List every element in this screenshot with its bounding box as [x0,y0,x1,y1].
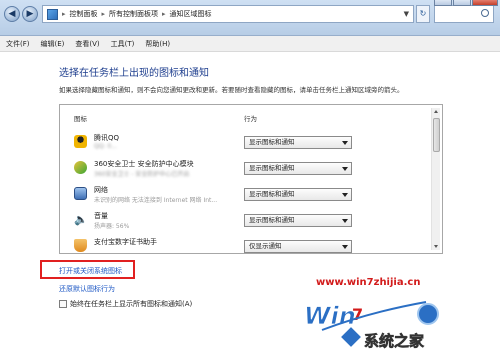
behavior-select-value: 显示图标和通知 [249,216,295,224]
chevron-down-icon [342,193,348,197]
item-name: 音量 [94,212,108,220]
behavior-select[interactable]: 仅显示通知 [244,240,352,253]
breadcrumb-notification-icons[interactable]: 通知区域图标 [170,9,212,19]
item-detail: 360安全卫士 - 安全防护中心已开启 [94,171,190,178]
breadcrumb-separator: ▸ [162,10,166,18]
list-scrollbar[interactable] [431,108,440,250]
control-panel-icon [47,8,58,20]
chevron-down-icon [342,219,348,223]
refresh-button[interactable]: ↻ [416,5,430,23]
list-item: 支付宝数字证书助手 仅显示通知 [74,237,424,253]
qq-penguin-icon [74,135,87,148]
column-header-behavior: 行为 [244,115,257,123]
menu-edit[interactable]: 编辑(E) [41,39,65,49]
watermark-url: www.win7zhijia.cn [316,277,421,288]
behavior-select-value: 显示图标和通知 [249,138,295,146]
menu-tools[interactable]: 工具(T) [111,39,135,49]
item-detail: QQ: 0... [94,143,117,150]
breadcrumb-separator: ▸ [101,10,106,18]
column-header-icon: 图标 [74,115,87,123]
menu-view[interactable]: 查看(V) [75,39,99,49]
list-item: 360安全卫士 安全防护中心模块 360安全卫士 - 安全防护中心已开启 显示图… [74,159,424,185]
page-title: 选择在任务栏上出现的图标和通知 [59,68,209,79]
minimize-button[interactable] [434,0,452,6]
back-button[interactable]: ◀ [4,6,20,22]
list-item: 网络 未识别的网络 无法连接到 Internet 网络 Int... 显示图标和… [74,185,424,211]
breadcrumb-all-items[interactable]: 所有控制面板项 [109,9,158,19]
page-description: 如果选择隐藏图标和通知，则不会向您通知更改和更新。若要随时查看隐藏的图标，请单击… [59,86,404,94]
item-name: 腾讯QQ [94,134,120,142]
window-controls [433,0,498,6]
item-name: 网络 [94,186,108,194]
svg-text:Win: Win [304,302,356,330]
chevron-down-icon [342,167,348,171]
always-show-all-label: 始终在任务栏上显示所有图标和通知(A) [70,300,193,308]
close-button[interactable] [472,0,498,6]
restore-default-behavior-link[interactable]: 还原默认图标行为 [59,284,115,294]
always-show-all-checkbox[interactable] [59,300,67,308]
address-dropdown-icon[interactable]: ▼ [404,10,409,18]
address-bar-area: ◀ ▶ ▸ 控制面板 ▸ 所有控制面板项 ▸ 通知区域图标 ▼ ↻ [0,0,500,36]
alipay-cert-icon [74,239,87,252]
behavior-select[interactable]: 显示图标和通知 [244,188,352,201]
menu-help[interactable]: 帮助(H) [145,39,170,49]
network-icon [74,187,87,200]
scroll-up-icon[interactable] [434,110,438,113]
breadcrumb-control-panel[interactable]: 控制面板 [70,9,98,19]
breadcrumb-separator: ▸ [62,10,66,18]
forward-button[interactable]: ▶ [22,6,38,22]
360-shield-icon [74,161,87,174]
behavior-select-value: 显示图标和通知 [249,164,295,172]
svg-text:7: 7 [352,305,363,324]
watermark-brand: 系统之家 [364,332,424,350]
behavior-select[interactable]: 显示图标和通知 [244,162,352,175]
address-bar[interactable]: ▸ 控制面板 ▸ 所有控制面板项 ▸ 通知区域图标 ▼ [42,5,414,23]
search-input[interactable] [434,5,494,23]
notification-icons-list: 图标 行为 腾讯QQ QQ: 0... 显示图标和通知 360安全卫士 安全防护… [59,104,443,254]
scroll-down-icon[interactable] [434,245,438,248]
chevron-down-icon [342,141,348,145]
list-item: 🔈 音量 扬声器: 56% 显示图标和通知 [74,211,424,237]
chevron-down-icon [342,245,348,249]
search-icon [481,9,489,17]
behavior-select-value: 仅显示通知 [249,242,282,250]
toggle-system-icons-link[interactable]: 打开或关闭系统图标 [59,266,122,276]
item-name: 360安全卫士 安全防护中心模块 [94,160,194,168]
behavior-select[interactable]: 显示图标和通知 [244,136,352,149]
menu-file[interactable]: 文件(F) [6,39,30,49]
scrollbar-thumb[interactable] [433,118,440,152]
item-detail: 未识别的网络 无法连接到 Internet 网络 Int... [94,197,218,204]
behavior-select-value: 显示图标和通知 [249,190,295,198]
behavior-select[interactable]: 显示图标和通知 [244,214,352,227]
maximize-button[interactable] [453,0,471,6]
speaker-icon: 🔈 [74,213,88,226]
item-detail: 扬声器: 56% [94,223,130,230]
list-item: 腾讯QQ QQ: 0... 显示图标和通知 [74,133,424,159]
item-name: 支付宝数字证书助手 [94,238,157,246]
watermark-logo: Win 7 系统之家 [304,301,439,350]
menu-bar: 文件(F) 编辑(E) 查看(V) 工具(T) 帮助(H) [0,36,500,52]
